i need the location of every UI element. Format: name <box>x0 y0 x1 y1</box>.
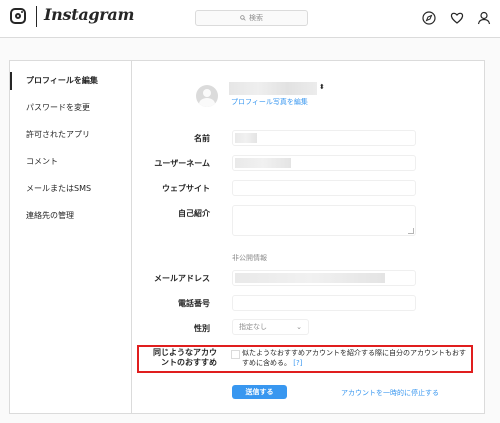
chevron-down-icon: ⌄ <box>296 323 302 331</box>
username-label: ユーザーネーム <box>154 159 210 168</box>
search-input[interactable]: 検索 <box>195 10 308 26</box>
username-field-redacted <box>235 158 291 168</box>
similar-accounts-label-line2: ントのおすすめ <box>161 358 217 367</box>
bio-label: 自己紹介 <box>178 209 210 218</box>
top-navigation-bar: Instagram 検索 <box>0 0 500 38</box>
name-redacted <box>235 133 257 143</box>
instagram-wordmark[interactable]: Instagram <box>44 5 134 24</box>
sidebar-item-change-password[interactable]: パスワードを変更 <box>10 99 131 117</box>
resize-grip-icon[interactable] <box>408 228 414 234</box>
gender-value: 指定なし <box>239 323 267 331</box>
gender-label: 性別 <box>194 324 210 333</box>
private-info-heading: 非公開情報 <box>232 254 267 262</box>
phone-field[interactable] <box>232 295 416 311</box>
search-placeholder: 検索 <box>249 14 263 22</box>
similar-accounts-label-line1: 同じようなアカウ <box>153 348 217 357</box>
settings-card: プロフィールを編集 パスワードを変更 許可されたアプリ コメント メールまたはS… <box>9 60 485 414</box>
name-field[interactable] <box>232 130 416 146</box>
help-link[interactable]: [?] <box>293 359 302 367</box>
similar-accounts-checkbox[interactable] <box>231 350 240 359</box>
email-redacted <box>235 273 385 283</box>
avatar[interactable] <box>196 85 218 107</box>
search-icon <box>240 15 246 21</box>
username-redacted <box>229 82 317 95</box>
sidebar-item-edit-profile[interactable]: プロフィールを編集 <box>10 72 131 90</box>
compass-icon[interactable] <box>422 11 436 25</box>
heart-icon[interactable] <box>450 11 464 25</box>
similar-accounts-description: 似たようなおすすめアカウントを紹介する際に自分のアカウントもおすすめに含める。 … <box>242 349 466 367</box>
username-field[interactable] <box>232 155 416 171</box>
temporarily-disable-account-link[interactable]: アカウントを一時的に停止する <box>341 388 439 398</box>
email-label: メールアドレス <box>154 274 210 283</box>
website-label: ウェブサイト <box>162 184 210 193</box>
logo-divider <box>36 6 37 27</box>
instagram-camera-icon[interactable] <box>10 8 26 24</box>
phone-label: 電話番号 <box>178 299 210 308</box>
name-label: 名前 <box>194 134 210 143</box>
submit-button[interactable]: 送信する <box>232 385 287 399</box>
gender-select[interactable]: 指定なし ⌄ <box>232 319 309 335</box>
email-field[interactable] <box>232 270 416 286</box>
profile-icon[interactable] <box>477 11 491 25</box>
change-profile-photo-link[interactable]: プロフィール写真を編集 <box>231 97 308 107</box>
account-switch-caret-icon[interactable]: ⬍ <box>319 83 325 91</box>
bio-textarea[interactable] <box>232 205 416 236</box>
website-field[interactable] <box>232 180 416 196</box>
